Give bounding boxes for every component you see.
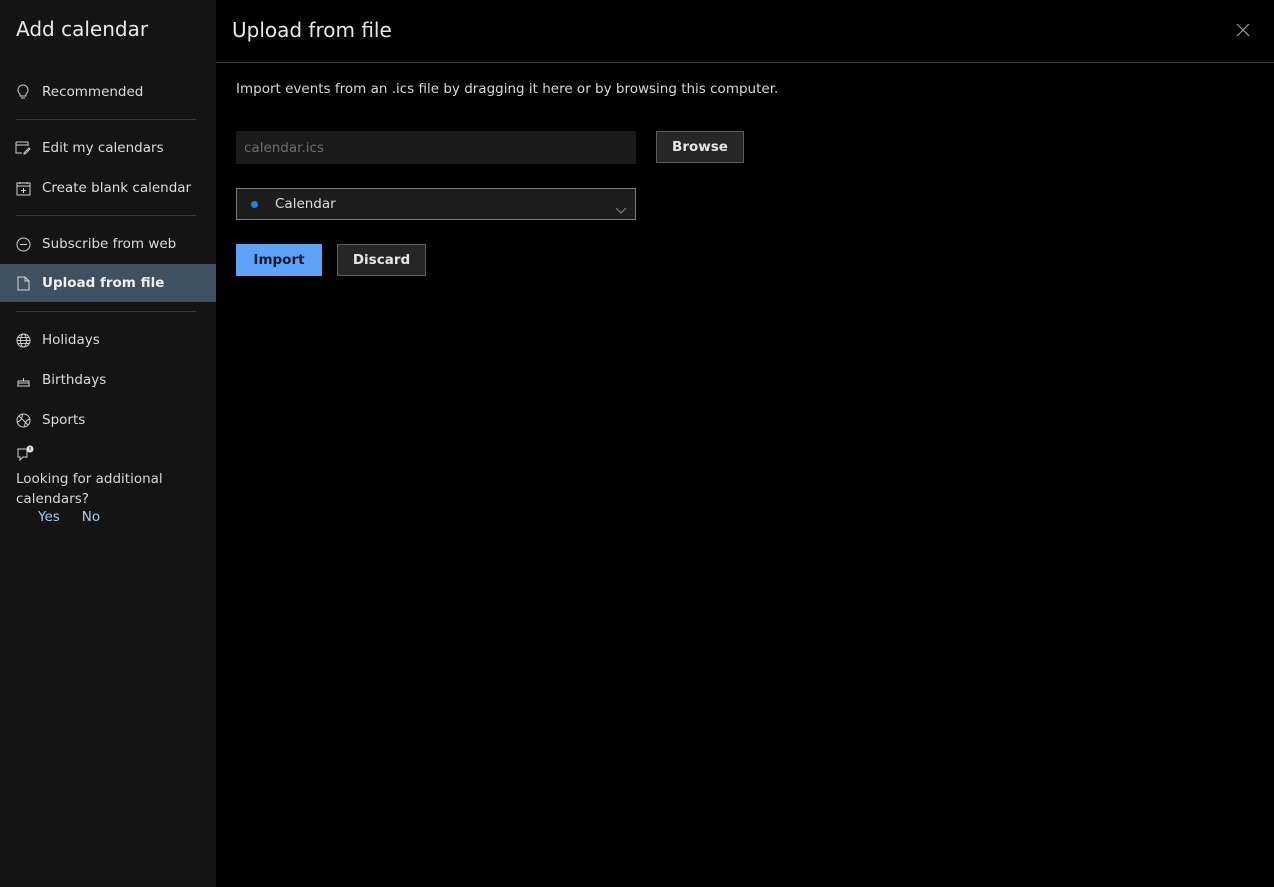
close-button[interactable] [1236, 22, 1252, 38]
feedback-section: Looking for additional calendars? Yes No [16, 445, 206, 525]
divider [16, 215, 196, 216]
sidebar-item-label: Sports [42, 412, 86, 428]
sidebar-item-label: Holidays [42, 332, 100, 348]
sidebar-item-upload-from-file[interactable]: Upload from file [0, 264, 216, 302]
lightbulb-icon [15, 84, 31, 100]
upload-description: Import events from an .ics file by dragg… [236, 81, 779, 97]
sidebar-title: Add calendar [16, 17, 149, 41]
sports-ball-icon [15, 412, 31, 428]
sidebar-item-label: Edit my calendars [42, 140, 164, 156]
sidebar-item-label: Create blank calendar [42, 180, 192, 196]
sidebar-item-holidays[interactable]: Holidays [0, 321, 216, 359]
feedback-no-link[interactable]: No [82, 509, 100, 525]
header-divider [216, 62, 1274, 63]
calendar-select-value: Calendar [275, 196, 336, 212]
sidebar-item-sports[interactable]: Sports [0, 401, 216, 439]
edit-calendar-icon [15, 140, 31, 156]
file-upload-icon [15, 275, 31, 291]
sidebar-item-label: Subscribe from web [42, 236, 177, 252]
feedback-question: Looking for additional calendars? [16, 471, 163, 507]
sidebar-item-create-blank-calendar[interactable]: Create blank calendar [0, 169, 216, 207]
sidebar-item-label: Birthdays [42, 372, 107, 388]
feedback-icon [16, 445, 36, 467]
add-calendar-icon [15, 180, 31, 196]
main-panel: Upload from file Import events from an .… [216, 0, 1274, 887]
file-name-input[interactable] [236, 131, 636, 164]
sidebar-item-label: Recommended [42, 84, 144, 100]
browse-button[interactable]: Browse [656, 131, 744, 163]
discard-button[interactable]: Discard [337, 244, 426, 276]
page-title: Upload from file [232, 18, 392, 42]
import-button[interactable]: Import [236, 244, 322, 276]
divider [16, 119, 196, 120]
link-circle-icon [15, 236, 31, 252]
sidebar-item-label: Upload from file [42, 275, 165, 291]
calendar-color-dot [251, 200, 258, 208]
globe-icon [15, 332, 31, 348]
sidebar-item-birthdays[interactable]: Birthdays [0, 361, 216, 399]
sidebar-item-recommended[interactable]: Recommended [0, 73, 216, 111]
chevron-down-icon [615, 200, 627, 214]
sidebar-item-edit-my-calendars[interactable]: Edit my calendars [0, 129, 216, 167]
cake-icon [15, 372, 31, 388]
close-icon [1236, 22, 1250, 41]
sidebar: Add calendar Recommended Edit my calenda… [0, 0, 216, 887]
feedback-yes-link[interactable]: Yes [38, 509, 60, 525]
divider [16, 311, 196, 312]
calendar-select[interactable]: Calendar [236, 188, 636, 220]
sidebar-item-subscribe-from-web[interactable]: Subscribe from web [0, 225, 216, 263]
